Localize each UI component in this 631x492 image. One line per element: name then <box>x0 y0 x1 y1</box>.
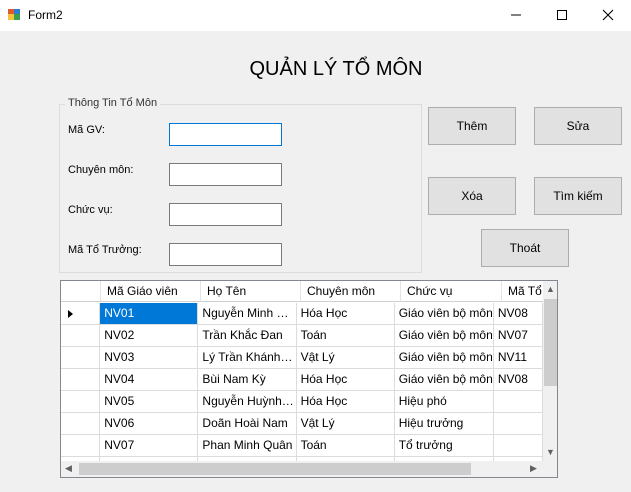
row-header-corner <box>61 281 101 302</box>
table-row[interactable]: NV02 Trần Khắc Đan Toán Giáo viên bộ môn… <box>61 325 543 347</box>
table-cell[interactable]: Tổ trưởng <box>394 435 494 457</box>
table-cell[interactable]: Hóa Học <box>296 303 395 325</box>
table-cell[interactable]: Hiệu phó <box>394 391 494 413</box>
maximize-button[interactable] <box>539 0 585 31</box>
app-icon <box>8 9 21 21</box>
ma-to-truong-field[interactable] <box>169 243 282 266</box>
column-header[interactable]: Chuyên môn <box>301 281 401 302</box>
table-cell[interactable]: NV07 <box>493 325 543 347</box>
chuc-vu-input[interactable] <box>170 204 281 225</box>
table-cell[interactable]: NV03 <box>100 347 199 369</box>
table-row[interactable]: NV06 Doãn Hoài Nam Vật Lý Hiệu trưởng <box>61 413 543 435</box>
grid-header: Mã Giáo viên Họ Tên Chuyên môn Chức vụ M… <box>61 281 552 303</box>
chuyen-mon-label: Chuyên môn: <box>68 164 134 176</box>
table-cell[interactable]: Nguyễn Minh Hoài <box>198 303 297 325</box>
table-cell[interactable]: NV08 <box>493 369 543 391</box>
close-button[interactable] <box>585 0 631 31</box>
edit-button[interactable]: Sửa <box>534 107 622 145</box>
table-cell[interactable]: NV08 <box>493 303 543 325</box>
horizontal-scrollbar[interactable]: ◀ ▶ <box>61 461 543 477</box>
ma-gv-input[interactable] <box>170 124 281 145</box>
scroll-right-icon[interactable]: ▶ <box>530 463 537 474</box>
ma-gv-field[interactable] <box>169 123 282 146</box>
page-title: QUẢN LÝ TỔ MÔN <box>249 58 423 80</box>
window-title: Form2 <box>28 8 63 22</box>
chuyen-mon-input[interactable] <box>170 164 281 185</box>
teacher-grid[interactable]: Mã Giáo viên Họ Tên Chuyên môn Chức vụ M… <box>60 280 558 478</box>
row-header[interactable] <box>61 391 101 413</box>
table-cell[interactable]: NV01 <box>100 303 199 325</box>
row-header[interactable] <box>61 369 101 391</box>
table-cell[interactable]: Toán <box>296 435 395 457</box>
table-cell[interactable]: Nguyễn Huỳnh Ma... <box>198 391 297 413</box>
column-header[interactable]: Mã Giáo viên <box>101 281 201 302</box>
table-cell[interactable]: Hóa Học <box>296 391 395 413</box>
add-button[interactable]: Thêm <box>428 107 516 145</box>
table-cell[interactable]: NV11 <box>493 347 543 369</box>
maximize-icon <box>557 10 567 20</box>
row-header[interactable] <box>61 413 101 435</box>
table-row[interactable]: NV03 Lý Trần Khánh N... Vật Lý Giáo viên… <box>61 347 543 369</box>
table-cell[interactable]: NV02 <box>100 325 199 347</box>
delete-button[interactable]: Xóa <box>428 177 516 215</box>
current-row-arrow-icon <box>68 310 73 318</box>
table-cell[interactable]: Vật Lý <box>296 413 395 435</box>
grid-body: NV01 Nguyễn Minh Hoài Hóa Học Giáo viên … <box>61 303 543 461</box>
ma-gv-label: Mã GV: <box>68 124 105 136</box>
scrollbar-corner <box>543 461 557 477</box>
table-cell[interactable]: Bùi Nam Kỳ <box>198 369 297 391</box>
title-bar: Form2 <box>0 0 631 31</box>
table-cell[interactable]: Doãn Hoài Nam <box>198 413 297 435</box>
column-header[interactable]: Họ Tên <box>201 281 301 302</box>
table-row[interactable]: NV07 Phan Minh Quân Toán Tổ trưởng <box>61 435 543 457</box>
table-cell[interactable]: Trần Khắc Đan <box>198 325 297 347</box>
table-cell[interactable]: Lý Trần Khánh N... <box>198 347 297 369</box>
table-cell[interactable]: NV07 <box>100 435 199 457</box>
table-cell[interactable]: NV06 <box>100 413 199 435</box>
table-cell[interactable] <box>493 435 543 457</box>
row-header[interactable] <box>61 325 101 347</box>
minimize-button[interactable] <box>493 0 539 31</box>
table-cell[interactable]: Vật Lý <box>296 347 395 369</box>
close-icon <box>602 9 614 21</box>
column-header[interactable]: Chức vụ <box>401 281 502 302</box>
row-header[interactable] <box>61 347 101 369</box>
table-cell[interactable]: NV04 <box>100 369 199 391</box>
vertical-scrollbar[interactable]: ▲ ▼ <box>543 281 557 461</box>
chuc-vu-field[interactable] <box>169 203 282 226</box>
row-header[interactable] <box>61 303 101 325</box>
table-cell[interactable]: NV05 <box>100 391 199 413</box>
table-cell[interactable] <box>493 391 543 413</box>
table-cell[interactable] <box>493 413 543 435</box>
table-cell[interactable]: Hóa Học <box>296 369 395 391</box>
ma-to-truong-input[interactable] <box>170 244 281 265</box>
table-cell[interactable]: Hiệu trưởng <box>394 413 494 435</box>
chuc-vu-label: Chức vụ: <box>68 204 113 216</box>
minimize-icon <box>511 14 521 16</box>
table-cell[interactable]: Giáo viên bộ môn <box>394 347 494 369</box>
table-row[interactable]: NV04 Bùi Nam Kỳ Hóa Học Giáo viên bộ môn… <box>61 369 543 391</box>
chuyen-mon-field[interactable] <box>169 163 282 186</box>
search-button[interactable]: Tìm kiếm <box>534 177 622 215</box>
table-cell[interactable]: Toán <box>296 325 395 347</box>
table-cell[interactable]: Giáo viên bộ môn <box>394 303 494 325</box>
table-cell[interactable]: Giáo viên bộ môn <box>394 369 494 391</box>
ma-to-truong-label: Mã Tổ Trưởng: <box>68 244 142 256</box>
table-cell[interactable]: Giáo viên bộ môn <box>394 325 494 347</box>
table-cell[interactable]: Phan Minh Quân <box>198 435 297 457</box>
exit-button[interactable]: Thoát <box>481 229 569 267</box>
scroll-up-icon[interactable]: ▲ <box>546 284 555 294</box>
horizontal-scroll-thumb[interactable] <box>79 463 471 475</box>
scroll-down-icon[interactable]: ▼ <box>546 447 555 457</box>
row-header[interactable] <box>61 435 101 457</box>
scroll-left-icon[interactable]: ◀ <box>65 463 72 474</box>
table-row[interactable]: NV05 Nguyễn Huỳnh Ma... Hóa Học Hiệu phó <box>61 391 543 413</box>
table-row[interactable]: NV01 Nguyễn Minh Hoài Hóa Học Giáo viên … <box>61 303 543 325</box>
groupbox-legend: Thông Tin Tổ Môn <box>65 97 161 109</box>
vertical-scroll-thumb[interactable] <box>544 299 557 386</box>
